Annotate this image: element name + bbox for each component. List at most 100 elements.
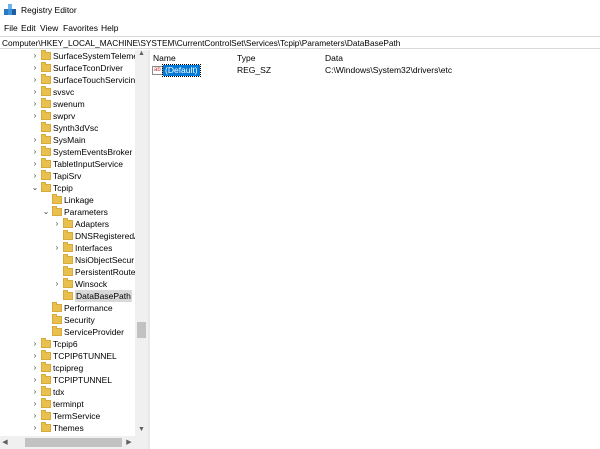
values-list[interactable]: Name Type Data ab (Default) REG_SZ C:\Wi…	[150, 50, 600, 449]
tree-node[interactable]: Synth3dVsc	[0, 122, 148, 134]
tree-node[interactable]: Security	[0, 314, 148, 326]
tree-node[interactable]: PersistentRoute	[0, 266, 148, 278]
tree-node-label[interactable]: Security	[64, 314, 95, 326]
tree-node[interactable]: NsiObjectSecur	[0, 254, 148, 266]
tree-node[interactable]: › swenum	[0, 98, 148, 110]
scroll-left-icon[interactable]: ◀	[0, 438, 10, 446]
expand-icon[interactable]: ›	[31, 387, 39, 397]
tree-node[interactable]: › SurfaceTouchServicin	[0, 74, 148, 86]
tree-node[interactable]: › svsvc	[0, 86, 148, 98]
tree-node-label[interactable]: Winsock	[75, 278, 107, 290]
tree-node[interactable]: › tcpipreg	[0, 362, 148, 374]
tree-node[interactable]: › SystemEventsBroker	[0, 146, 148, 158]
menu-favorites[interactable]: Favorites	[63, 23, 98, 33]
expand-icon[interactable]: ›	[31, 75, 39, 85]
key-tree[interactable]: › SurfaceSystemTeleme › SurfaceTconDriver …	[0, 50, 148, 449]
tree-node-label[interactable]: SystemEventsBroker	[53, 146, 132, 158]
tree-node[interactable]: DNSRegisteredA	[0, 230, 148, 242]
tree-node-label[interactable]: DNSRegisteredA	[75, 230, 140, 242]
value-name[interactable]: (Default)	[162, 64, 201, 77]
tree-node[interactable]: › Adapters	[0, 218, 148, 230]
scroll-right-icon[interactable]: ▶	[124, 438, 134, 446]
expand-icon[interactable]: ›	[31, 171, 39, 181]
tree-node[interactable]: › TermService	[0, 410, 148, 422]
tree-node[interactable]: › TapiSrv	[0, 170, 148, 182]
collapse-icon[interactable]: ⌄	[31, 183, 39, 193]
column-header-type[interactable]: Type	[237, 53, 255, 63]
expand-icon[interactable]: ›	[31, 351, 39, 361]
expand-icon[interactable]: ›	[31, 135, 39, 145]
tree-node[interactable]: › TCPIP6TUNNEL	[0, 350, 148, 362]
tree-node-label[interactable]: Interfaces	[75, 242, 112, 254]
tree-node-label[interactable]: swenum	[53, 98, 85, 110]
tree-node-label[interactable]: NsiObjectSecur	[75, 254, 134, 266]
tree-node-label[interactable]: tcpipreg	[53, 362, 83, 374]
tree-node-label[interactable]: tdx	[53, 386, 64, 398]
tree-node-label[interactable]: swprv	[53, 110, 75, 122]
tree-node[interactable]: ServiceProvider	[0, 326, 148, 338]
column-header-data[interactable]: Data	[325, 53, 343, 63]
expand-icon[interactable]: ›	[31, 87, 39, 97]
expand-icon[interactable]: ›	[31, 99, 39, 109]
tree-node-selected[interactable]: DataBasePath	[0, 290, 148, 302]
address-bar[interactable]: Computer\HKEY_LOCAL_MACHINE\SYSTEM\Curre…	[0, 36, 600, 49]
tree-node[interactable]: › Themes	[0, 422, 148, 434]
tree-node[interactable]: › SysMain	[0, 134, 148, 146]
tree-node[interactable]: › Winsock	[0, 278, 148, 290]
collapse-icon[interactable]: ⌄	[42, 207, 50, 217]
expand-icon[interactable]: ›	[31, 111, 39, 121]
address-path[interactable]: Computer\HKEY_LOCAL_MACHINE\SYSTEM\Curre…	[2, 38, 400, 48]
tree-node-label[interactable]: TabletInputService	[53, 158, 123, 170]
menu-help[interactable]: Help	[101, 23, 118, 33]
column-header-name[interactable]: Name	[153, 53, 176, 63]
tree-node-label[interactable]: TCPIPTUNNEL	[53, 374, 112, 386]
tree-node-label[interactable]: Tcpip6	[53, 338, 78, 350]
menu-file[interactable]: File	[4, 23, 18, 33]
tree-node[interactable]: › Tcpip6	[0, 338, 148, 350]
tree-node-label[interactable]: SurfaceSystemTeleme	[53, 50, 138, 62]
tree-node-label[interactable]: TCPIP6TUNNEL	[53, 350, 117, 362]
horizontal-scroll-thumb[interactable]	[25, 438, 122, 447]
expand-icon[interactable]: ›	[31, 147, 39, 157]
expand-icon[interactable]: ›	[53, 243, 61, 253]
scroll-down-icon[interactable]: ▼	[135, 426, 148, 436]
tree-node[interactable]: › Interfaces	[0, 242, 148, 254]
tree-node-label[interactable]: TermService	[53, 410, 100, 422]
expand-icon[interactable]: ›	[31, 51, 39, 61]
expand-icon[interactable]: ›	[31, 63, 39, 73]
tree-node[interactable]: › swprv	[0, 110, 148, 122]
tree-node[interactable]: › terminpt	[0, 398, 148, 410]
tree-node[interactable]: Performance	[0, 302, 148, 314]
expand-icon[interactable]: ›	[31, 411, 39, 421]
tree-node-label[interactable]: Tcpip	[53, 182, 73, 194]
expand-icon[interactable]: ›	[31, 399, 39, 409]
expand-icon[interactable]: ›	[31, 339, 39, 349]
tree-node-label[interactable]: SurfaceTouchServicin	[53, 74, 135, 86]
tree-node-label[interactable]: SurfaceTconDriver	[53, 62, 123, 74]
expand-icon[interactable]: ›	[31, 159, 39, 169]
tree-node[interactable]: Linkage	[0, 194, 148, 206]
tree-node-label[interactable]: ServiceProvider	[64, 326, 124, 338]
tree-node[interactable]: › TCPIPTUNNEL	[0, 374, 148, 386]
tree-node-label[interactable]: PersistentRoute	[75, 266, 135, 278]
tree-node[interactable]: › SurfaceSystemTeleme	[0, 50, 148, 62]
tree-node[interactable]: › tdx	[0, 386, 148, 398]
tree-node[interactable]: ⌄ Parameters	[0, 206, 148, 218]
tree-node-label[interactable]: Synth3dVsc	[53, 122, 98, 134]
menu-view[interactable]: View	[40, 23, 58, 33]
tree-node-label[interactable]: DataBasePath	[75, 290, 132, 302]
tree-node[interactable]: › TabletInputService	[0, 158, 148, 170]
expand-icon[interactable]: ›	[31, 423, 39, 433]
expand-icon[interactable]: ›	[31, 363, 39, 373]
expand-icon[interactable]: ›	[53, 279, 61, 289]
expand-icon[interactable]: ›	[53, 219, 61, 229]
scroll-up-icon[interactable]: ▲	[135, 50, 148, 60]
expand-icon[interactable]: ›	[31, 375, 39, 385]
tree-node[interactable]: › SurfaceTconDriver	[0, 62, 148, 74]
vertical-scroll-thumb[interactable]	[137, 322, 146, 338]
tree-node-label[interactable]: svsvc	[53, 86, 74, 98]
menu-edit[interactable]: Edit	[21, 23, 36, 33]
tree-node-label[interactable]: terminpt	[53, 398, 84, 410]
tree-horizontal-scrollbar[interactable]: ◀ ▶	[0, 436, 148, 449]
tree-node-label[interactable]: Parameters	[64, 206, 108, 218]
